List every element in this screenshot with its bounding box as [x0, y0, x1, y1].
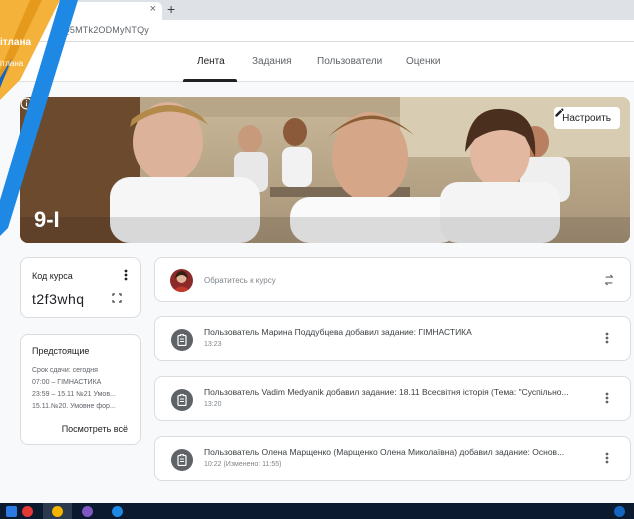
- help-icon[interactable]: [614, 506, 625, 517]
- class-code-label: Код курса: [32, 271, 73, 281]
- post-date: 13:20: [204, 401, 222, 408]
- file-explorer-icon[interactable]: [6, 506, 17, 517]
- tab-stream[interactable]: Лента: [197, 56, 225, 67]
- plus-icon[interactable]: +: [167, 1, 175, 17]
- stream-post[interactable]: Пользователь Олена Марщенко (Марщенко Ол…: [154, 436, 631, 481]
- class-photo: [20, 97, 630, 243]
- customize-label: Настроить: [562, 112, 611, 124]
- upcoming-item[interactable]: 07:00 – ГІМНАСТИКА: [32, 379, 101, 386]
- customize-button[interactable]: Настроить: [554, 107, 620, 129]
- upcoming-card: Предстоящие Срок сдачи: сегодня 07:00 – …: [20, 334, 141, 445]
- post-title: Пользователь Марина Поддубцева добавил з…: [204, 327, 472, 337]
- class-title: 9-І: [34, 207, 60, 232]
- post-title: Пользователь Олена Марщенко (Марщенко Ол…: [204, 447, 565, 457]
- expand-icon[interactable]: [112, 293, 122, 303]
- browser-tab[interactable]: ×: [40, 2, 162, 20]
- announce-box[interactable]: Обратитесь к курсу: [154, 257, 631, 302]
- classroom-topnav: Лента Задания Пользователи Оценки: [0, 42, 634, 82]
- url-text[interactable]: /Q5MTk2ODMyNTQy: [60, 25, 149, 35]
- assignment-icon: [171, 389, 193, 411]
- upcoming-due-label: Срок сдачи: сегодня: [32, 367, 98, 374]
- class-banner: Настроить 9-І: [20, 97, 630, 243]
- more-vert-icon[interactable]: [605, 452, 609, 464]
- view-all-link[interactable]: Посмотреть всё: [62, 424, 128, 434]
- class-code-card: Код курса t2f3whq: [20, 257, 141, 318]
- more-vert-icon[interactable]: [605, 392, 609, 404]
- browser-tabstrip: × +: [0, 0, 634, 20]
- stream-post[interactable]: Пользователь Vadim Medyanik добавил зада…: [154, 376, 631, 421]
- post-date: 10:22 (Изменено: 11:55): [204, 461, 282, 468]
- app-icon[interactable]: [82, 506, 93, 517]
- upcoming-item[interactable]: 23:59 – 15.11 №21 Умов...: [32, 391, 116, 398]
- class-code-value: t2f3whq: [32, 291, 85, 307]
- avatar: [170, 269, 193, 292]
- upcoming-item[interactable]: 15.11.№20. Умовне фор...: [32, 403, 116, 410]
- os-taskbar: [0, 503, 634, 519]
- upcoming-title: Предстоящие: [32, 346, 90, 356]
- account-name: ітлана: [0, 37, 32, 48]
- assignment-icon: [171, 449, 193, 471]
- active-tab-indicator: [183, 79, 237, 82]
- repost-icon[interactable]: [602, 273, 616, 287]
- announce-placeholder[interactable]: Обратитесь к курсу: [204, 276, 276, 285]
- chrome-icon[interactable]: [22, 506, 33, 517]
- tab-classwork[interactable]: Задания: [252, 56, 292, 67]
- edge-icon[interactable]: [112, 506, 123, 517]
- tab-people[interactable]: Пользователи: [317, 56, 382, 67]
- chrome-icon[interactable]: [52, 506, 63, 517]
- more-vert-icon[interactable]: [124, 269, 128, 281]
- post-date: 13:23: [204, 341, 222, 348]
- tab-grades[interactable]: Оценки: [406, 56, 440, 67]
- stream-post[interactable]: Пользователь Марина Поддубцева добавил з…: [154, 316, 631, 361]
- info-icon[interactable]: [20, 97, 33, 110]
- post-title: Пользователь Vadim Medyanik добавил зада…: [204, 387, 569, 397]
- address-bar[interactable]: /Q5MTk2ODMyNTQy: [0, 20, 634, 42]
- close-icon[interactable]: ×: [150, 3, 156, 15]
- more-vert-icon[interactable]: [605, 332, 609, 344]
- assignment-icon: [171, 329, 193, 351]
- account-subtitle: ітлана: [0, 59, 24, 68]
- pencil-icon: [555, 108, 564, 117]
